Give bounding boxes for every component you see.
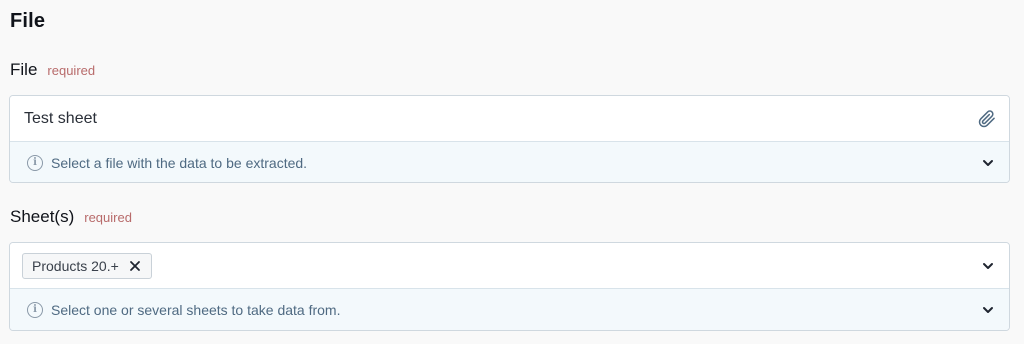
- file-hint-text: Select a file with the data to be extrac…: [51, 154, 308, 171]
- sheets-hint[interactable]: i Select one or several sheets to take d…: [10, 288, 1009, 330]
- sheet-tag-label: Products 20.+: [32, 257, 119, 274]
- sheet-tag: Products 20.+: [22, 252, 152, 279]
- paperclip-icon[interactable]: [977, 109, 997, 129]
- close-icon[interactable]: [129, 260, 141, 272]
- selected-sheets: Products 20.+: [22, 252, 979, 279]
- info-icon: i: [27, 154, 43, 171]
- chevron-down-icon[interactable]: [979, 154, 997, 172]
- chevron-down-icon[interactable]: [979, 257, 997, 275]
- file-hint[interactable]: i Select a file with the data to be extr…: [10, 141, 1009, 182]
- file-label-text: File: [10, 60, 38, 79]
- section-title: File: [10, 10, 46, 32]
- file-field-label: File required: [10, 60, 95, 80]
- file-field: Test sheet i Select a file with the data…: [9, 95, 1010, 183]
- file-input-value[interactable]: Test sheet: [24, 110, 977, 128]
- sheets-select[interactable]: Products 20.+: [10, 243, 1009, 288]
- required-marker: required: [47, 63, 96, 78]
- file-input[interactable]: Test sheet: [10, 96, 1009, 141]
- sheets-hint-text: Select one or several sheets to take dat…: [51, 301, 341, 318]
- sheets-field-label: Sheet(s) required: [10, 207, 132, 227]
- chevron-down-icon[interactable]: [979, 301, 997, 319]
- required-marker: required: [84, 210, 132, 225]
- sheets-label-text: Sheet(s): [10, 207, 75, 226]
- info-icon: i: [27, 301, 43, 318]
- sheets-field: Products 20.+ i Select one or several sh…: [9, 242, 1010, 331]
